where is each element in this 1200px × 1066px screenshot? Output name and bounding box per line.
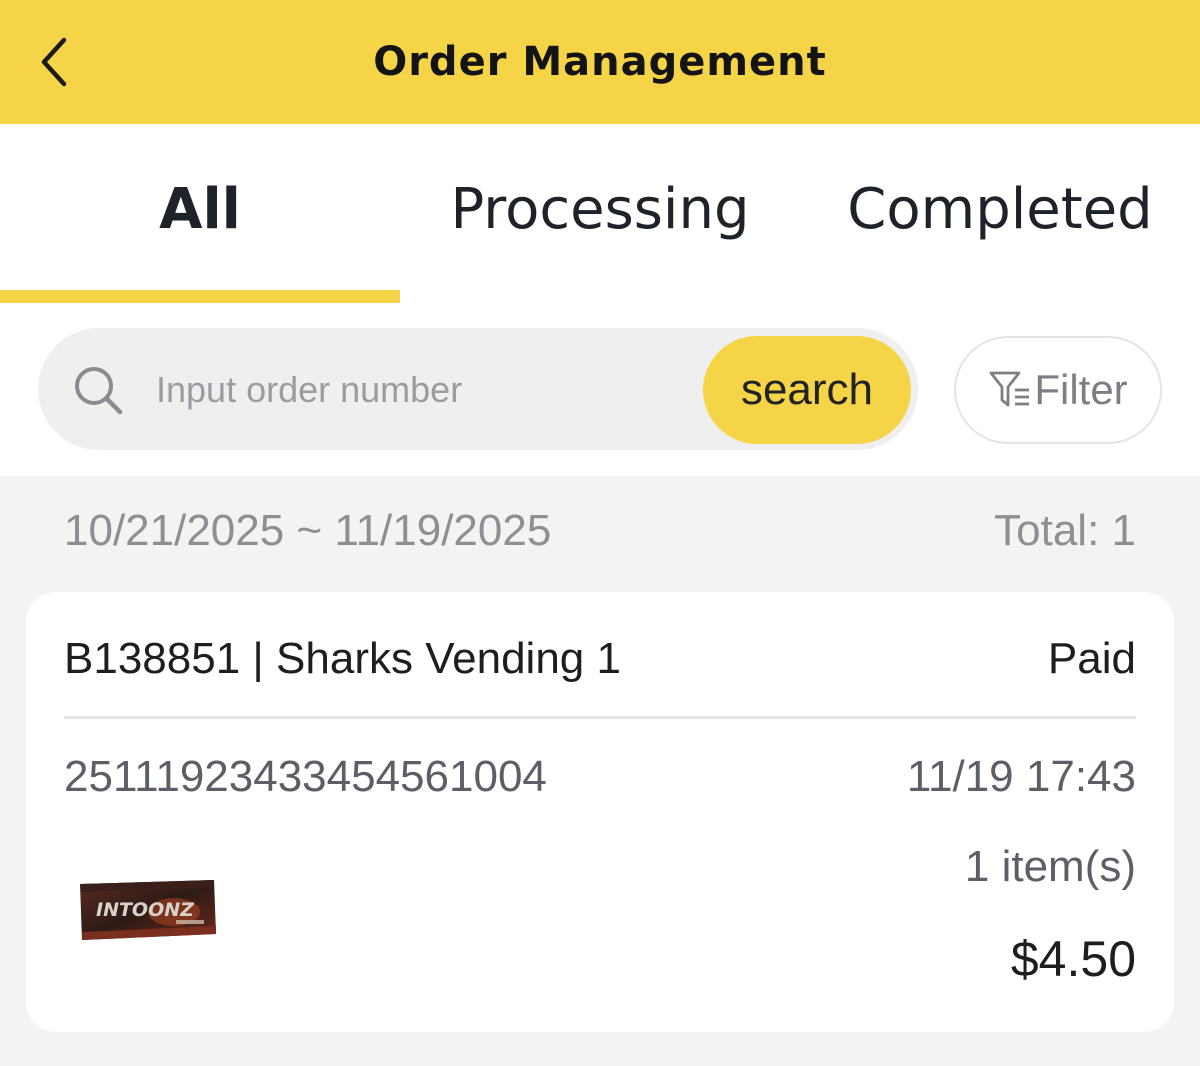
order-total-count: Total: 1 <box>994 506 1136 555</box>
order-card[interactable]: B138851 | Sharks Vending 1 Paid 25111923… <box>26 592 1174 1032</box>
search-bar-area: search Filter <box>0 304 1200 476</box>
product-wrapper-text: INTOONZ <box>96 899 195 921</box>
filter-label: Filter <box>1034 366 1128 413</box>
tab-completed[interactable]: Completed <box>800 124 1200 294</box>
filter-icon <box>989 371 1030 407</box>
machine-name: B138851 | Sharks Vending 1 <box>64 634 621 683</box>
tab-processing[interactable]: Processing <box>400 124 800 294</box>
status-badge: Paid <box>1047 634 1136 683</box>
date-range[interactable]: 10/21/2025 ~ 11/19/2025 <box>64 506 551 556</box>
page-title: Order Management <box>373 39 827 85</box>
order-price: $4.50 <box>1010 931 1136 987</box>
order-status-tabs: All Processing Completed <box>0 124 1200 304</box>
item-count: 1 item(s) <box>964 842 1136 891</box>
order-number-input[interactable] <box>156 352 686 428</box>
order-timestamp: 11/19 17:43 <box>906 752 1136 801</box>
back-button[interactable] <box>22 28 86 96</box>
chevron-left-icon <box>41 37 67 87</box>
divider <box>64 716 1136 719</box>
search-button[interactable]: search <box>703 336 911 444</box>
app-header: Order Management <box>0 0 1200 124</box>
tab-all[interactable]: All <box>0 124 400 294</box>
search-icon <box>75 367 123 415</box>
filter-button[interactable]: Filter <box>954 336 1162 444</box>
active-tab-indicator <box>0 290 400 303</box>
order-number: 25111923433454561004 <box>64 752 547 801</box>
date-range-bar: 10/21/2025 ~ 11/19/2025 Total: 1 <box>0 476 1200 590</box>
product-thumbnail: INTOONZ <box>80 880 216 940</box>
